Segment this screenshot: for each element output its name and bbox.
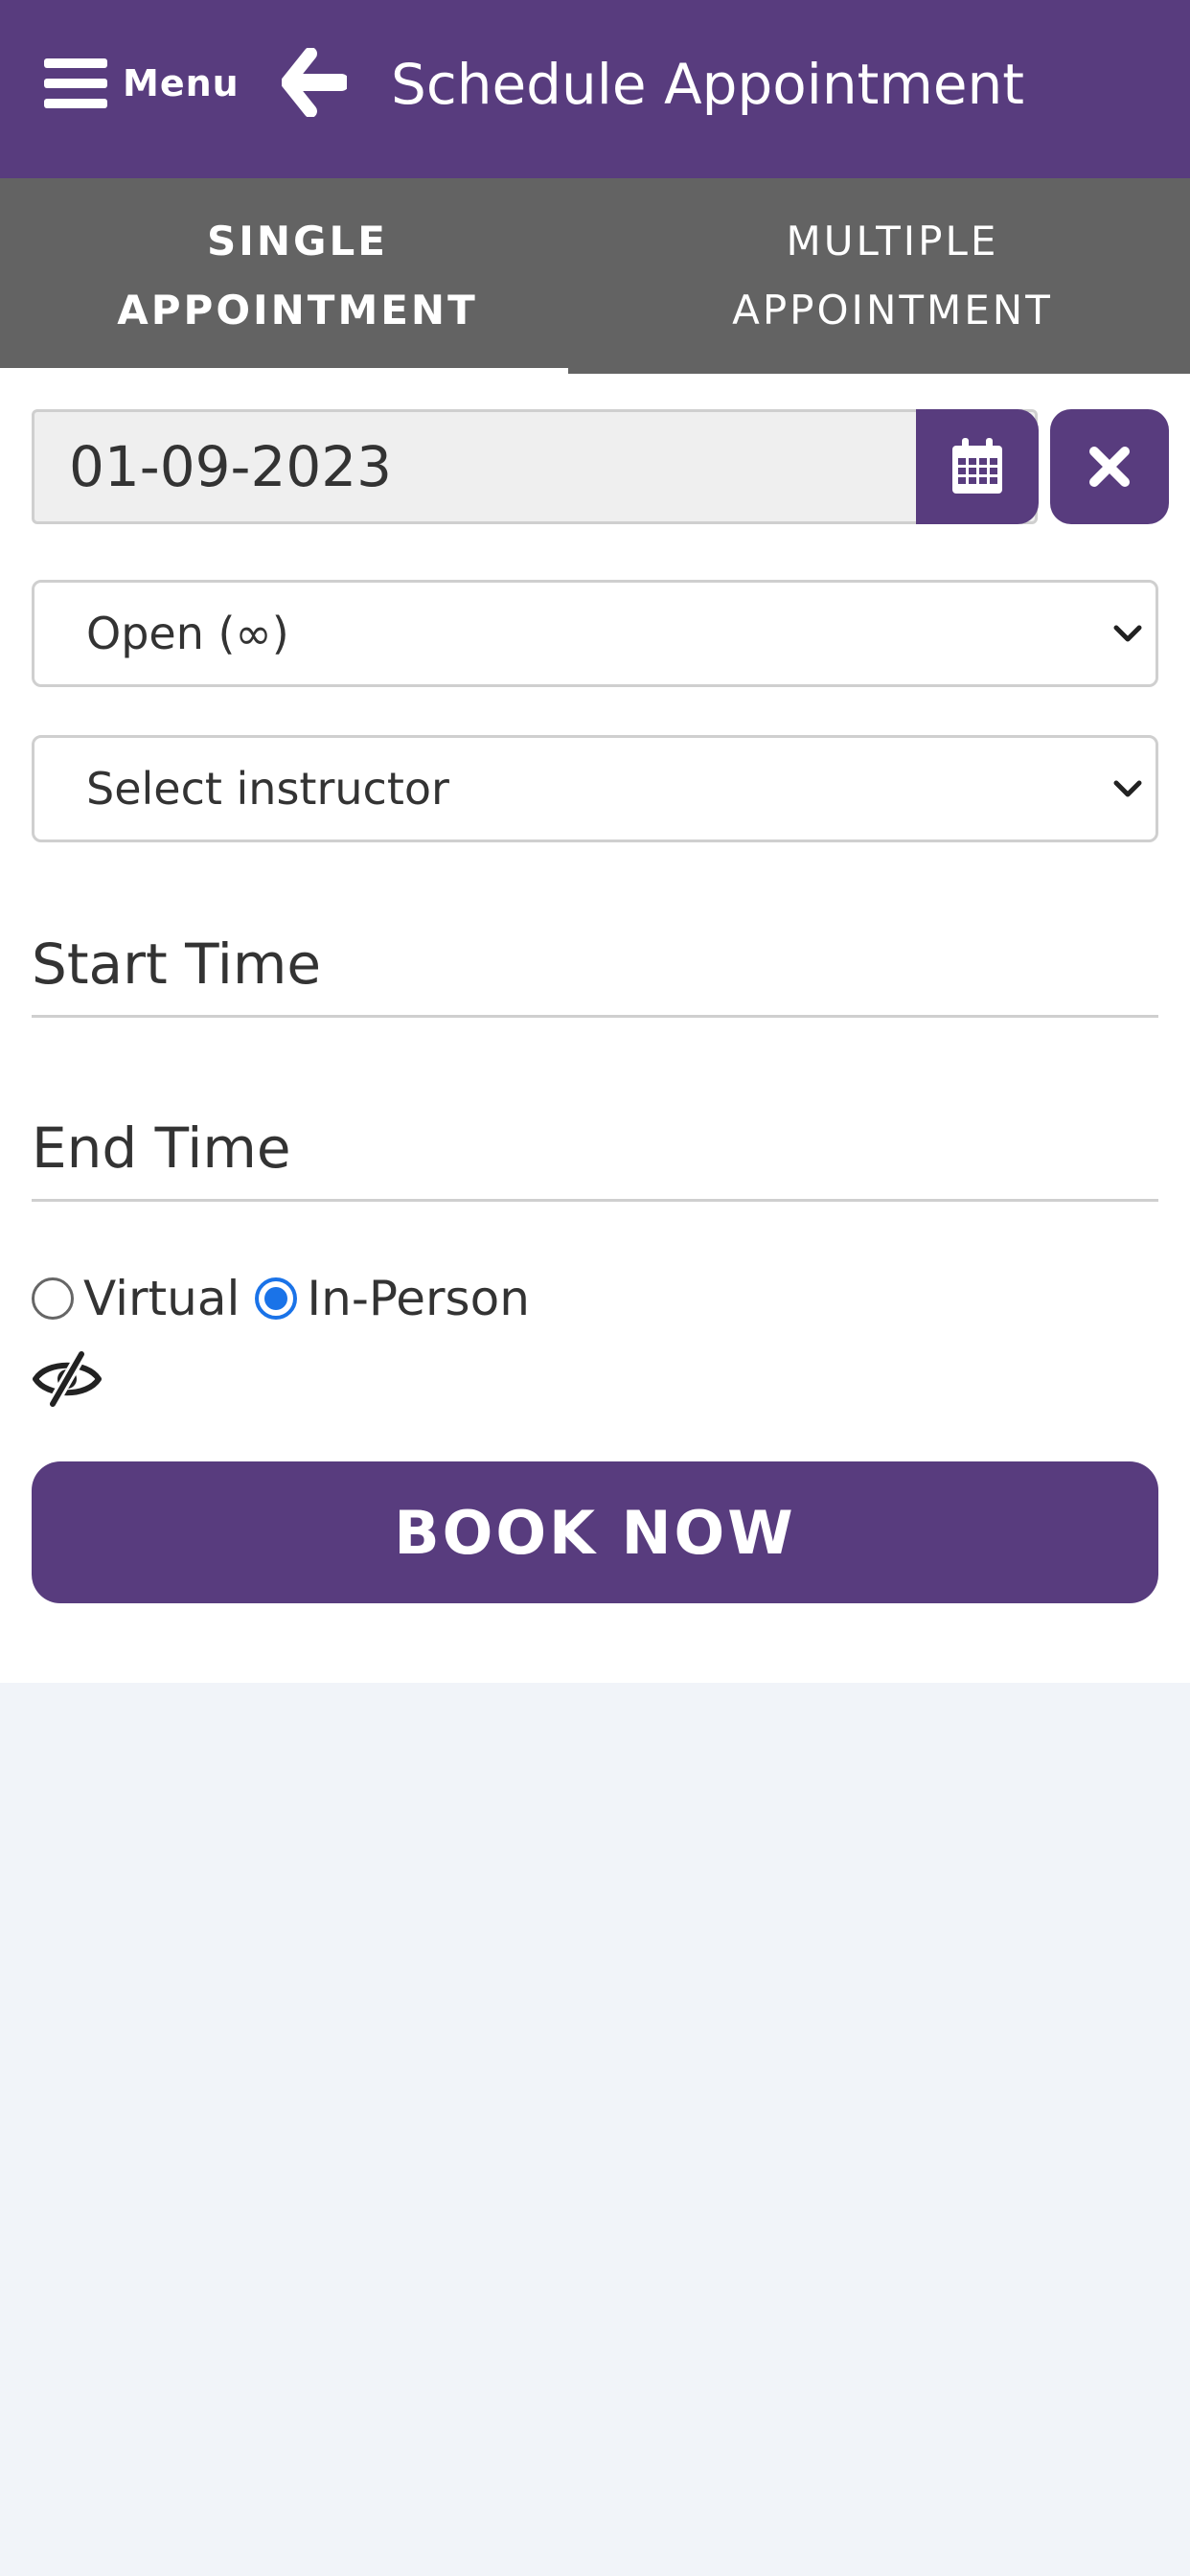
date-field-group — [32, 409, 1038, 524]
end-time-placeholder: End Time — [32, 1116, 291, 1181]
chevron-down-icon — [1113, 780, 1142, 797]
start-time-field[interactable]: Start Time — [32, 910, 1158, 1018]
date-input[interactable] — [34, 412, 916, 521]
instructor-select-value: Select instructor — [86, 763, 449, 815]
menu-label: Menu — [123, 62, 240, 104]
tab-label-line1: MULTIPLE — [786, 218, 999, 264]
appointment-mode-group: Virtual In-Person — [32, 1265, 545, 1332]
tab-label-line2: APPOINTMENT — [732, 287, 1053, 334]
close-icon — [1089, 447, 1130, 487]
start-time-placeholder: Start Time — [32, 932, 322, 997]
calendar-button[interactable] — [916, 409, 1039, 524]
visibility-toggle[interactable] — [32, 1348, 103, 1410]
tab-label-line2: APPOINTMENT — [117, 287, 478, 334]
back-button[interactable] — [281, 47, 350, 118]
hamburger-icon — [44, 57, 107, 110]
tab-label-line1: SINGLE — [207, 218, 388, 264]
virtual-label: Virtual — [83, 1271, 240, 1326]
status-select-value: Open (∞) — [86, 608, 289, 659]
page-title: Schedule Appointment — [391, 52, 1025, 117]
arrow-left-icon — [281, 47, 350, 118]
end-time-field[interactable]: End Time — [32, 1094, 1158, 1202]
chevron-down-icon — [1113, 625, 1142, 642]
tab-single-appointment[interactable]: SINGLE APPOINTMENT — [0, 178, 595, 374]
clear-date-button[interactable] — [1050, 409, 1169, 524]
instructor-select[interactable]: Select instructor — [32, 735, 1158, 842]
appointment-type-tabs: SINGLE APPOINTMENT MULTIPLE APPOINTMENT — [0, 178, 1190, 374]
eye-slash-icon — [33, 1348, 102, 1410]
calendar-icon — [952, 438, 1002, 494]
status-select[interactable]: Open (∞) — [32, 580, 1158, 687]
in-person-radio[interactable] — [255, 1277, 298, 1320]
book-now-button[interactable]: BOOK NOW — [32, 1461, 1158, 1603]
in-person-label: In-Person — [307, 1271, 530, 1326]
tab-multiple-appointment[interactable]: MULTIPLE APPOINTMENT — [595, 178, 1190, 374]
app-header: Menu Schedule Appointment — [0, 0, 1190, 178]
virtual-radio[interactable] — [32, 1277, 74, 1320]
appointment-form: Open (∞) Select instructor Start Time En… — [0, 374, 1190, 1683]
menu-button[interactable]: Menu — [44, 50, 240, 117]
